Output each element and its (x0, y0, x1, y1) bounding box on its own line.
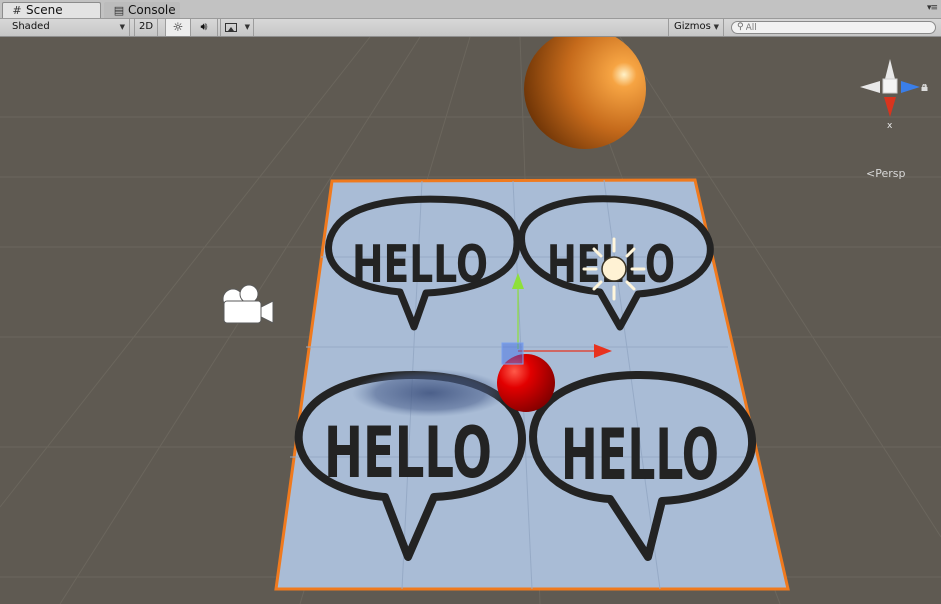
orange-sphere[interactable] (524, 37, 646, 149)
plane-text-4: HELLO (561, 414, 719, 496)
sun-icon: ☼ (172, 20, 184, 34)
gizmo-center-cube[interactable] (882, 78, 898, 94)
tab-scene[interactable]: # Scene (2, 2, 101, 18)
hash-grid-icon: # (12, 4, 22, 17)
tab-console-label: Console (128, 3, 176, 17)
gizmos-label: Gizmos (674, 21, 711, 32)
scene-lighting-button[interactable]: ☼ (165, 19, 191, 36)
chevron-down-icon: ▼ (119, 23, 125, 31)
chevron-down-icon: ▼ (244, 23, 250, 31)
sphere-shadow (352, 369, 508, 417)
gizmo-x-cone[interactable] (884, 97, 896, 117)
lock-icon[interactable] (921, 84, 928, 91)
search-icon: ⚲ (737, 22, 744, 32)
shading-mode-dropdown[interactable]: Shaded ▼ (8, 19, 130, 36)
tab-bar: # Scene ▤ Console ▾≡ (0, 0, 941, 19)
scene-effects-dropdown[interactable]: ▼ (220, 19, 254, 36)
panel-menu-icon[interactable]: ▾≡ (927, 3, 938, 13)
gizmos-dropdown[interactable]: Gizmos ▼ (668, 19, 724, 36)
toggle-2d-label: 2D (138, 21, 154, 32)
toggle-2d-button[interactable]: 2D (134, 19, 158, 36)
search-input[interactable] (745, 22, 916, 33)
tab-scene-label: Scene (26, 3, 63, 17)
perspective-icon: < (866, 167, 876, 180)
shading-mode-label: Shaded (12, 21, 50, 32)
gizmo-y-cone[interactable] (885, 59, 895, 79)
gizmo-x-label: x (887, 121, 893, 131)
projection-toggle[interactable]: <Persp (866, 167, 905, 180)
directional-light-icon[interactable] (582, 237, 646, 301)
orientation-gizmo[interactable]: z x (860, 59, 927, 131)
console-page-icon: ▤ (113, 4, 125, 17)
tab-console[interactable]: ▤ Console (104, 2, 180, 18)
gizmo-center-handle[interactable] (501, 342, 524, 365)
image-icon (225, 23, 237, 32)
gizmo-z-cone[interactable] (901, 81, 920, 93)
plane-text-1: HELLO (352, 235, 488, 295)
speaker-icon: 🔊︎ (200, 20, 208, 33)
scene-toolbar: Shaded ▼ 2D ☼ 🔊︎ ▼ Gizmos ▼ ⚲ (0, 19, 941, 37)
projection-label: Persp (875, 167, 906, 180)
chevron-down-icon: ▼ (713, 23, 719, 31)
gizmo-neg-x-cone[interactable] (860, 81, 880, 93)
scene-viewport[interactable]: HELLO HELLO HELLO HELLO (0, 37, 941, 604)
plane-text-3: HELLO (324, 412, 492, 494)
camera-icon[interactable] (222, 284, 274, 324)
scene-audio-button[interactable]: 🔊︎ (191, 19, 218, 36)
hierarchy-search[interactable]: ⚲ (731, 21, 936, 34)
